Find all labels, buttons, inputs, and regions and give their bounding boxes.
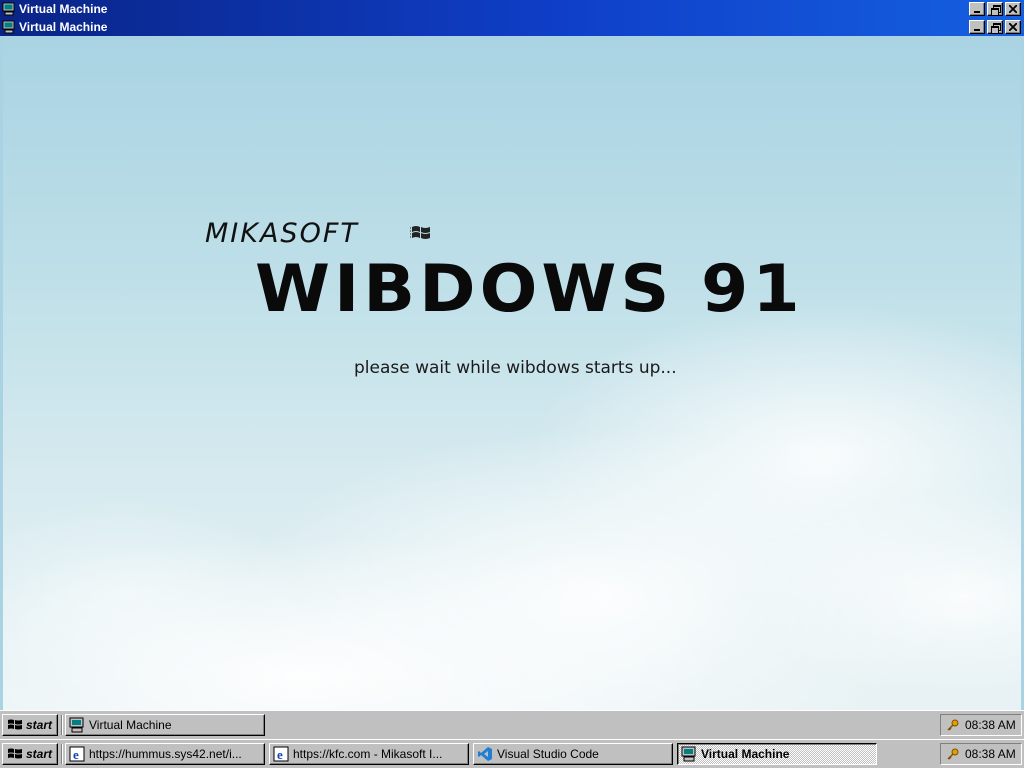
- outer-title-bar[interactable]: Virtual Machine: [0, 0, 1024, 18]
- svg-text:e: e: [277, 747, 283, 762]
- taskbar-upper: start Virtual Machine 08:38 AM: [0, 710, 1024, 739]
- start-button-upper[interactable]: start: [2, 714, 58, 736]
- windows-flag-icon: [410, 226, 430, 239]
- windows-flag-icon: [8, 719, 22, 730]
- start-label: start: [26, 747, 53, 761]
- boot-screen: MIKASOFT WIBDOWS 91 please wait while wi…: [0, 36, 1024, 710]
- system-tray-upper: 08:38 AM: [940, 714, 1022, 736]
- inner-close-button[interactable]: [1005, 20, 1021, 34]
- svg-text:e: e: [73, 747, 79, 762]
- outer-restore-button[interactable]: [987, 2, 1003, 16]
- brand-name: MIKASOFT: [205, 218, 359, 249]
- outer-window-controls: [969, 2, 1021, 16]
- computer-icon: [2, 2, 15, 16]
- close-icon: [1009, 5, 1017, 13]
- task-button-virtual-machine[interactable]: Virtual Machine: [677, 743, 877, 765]
- inner-title-bar[interactable]: Virtual Machine: [0, 18, 1024, 36]
- key-icon[interactable]: [947, 719, 959, 731]
- computer-icon: [69, 717, 84, 733]
- taskbar-separator: [61, 744, 63, 764]
- task-button-hummus[interactable]: e https://hummus.sys42.net/i...: [65, 743, 265, 765]
- system-tray-lower: 08:38 AM: [940, 743, 1022, 765]
- inner-window-controls: [969, 20, 1021, 34]
- task-button-virtual-machine[interactable]: Virtual Machine: [65, 714, 265, 736]
- task-label: Virtual Machine: [89, 718, 172, 732]
- boot-message: please wait while wibdows starts up...: [354, 358, 677, 378]
- vscode-icon: [478, 747, 492, 761]
- ie-icon: e: [273, 746, 289, 762]
- key-icon[interactable]: [947, 748, 959, 760]
- task-button-kfc[interactable]: e https://kfc.com - Mikasoft I...: [269, 743, 469, 765]
- task-button-vscode[interactable]: Visual Studio Code: [473, 743, 673, 765]
- computer-icon: [681, 746, 696, 762]
- task-label: https://kfc.com - Mikasoft I...: [293, 747, 443, 761]
- task-label: https://hummus.sys42.net/i...: [89, 747, 242, 761]
- taskbar-separator: [61, 715, 63, 735]
- inner-minimize-button[interactable]: [969, 20, 985, 34]
- outer-window-title: Virtual Machine: [19, 2, 108, 16]
- windows-flag-icon: [8, 748, 22, 759]
- outer-close-button[interactable]: [1005, 2, 1021, 16]
- start-label: start: [26, 718, 53, 732]
- clock: 08:38 AM: [965, 718, 1016, 732]
- inner-window-title: Virtual Machine: [19, 20, 108, 34]
- task-label: Visual Studio Code: [497, 747, 599, 761]
- close-icon: [1009, 23, 1017, 31]
- ie-icon: e: [69, 746, 85, 762]
- start-button-lower[interactable]: start: [2, 743, 58, 765]
- product-name: WIBDOWS 91: [255, 251, 804, 328]
- taskbar-lower: start e https://hummus.sys42.net/i... e …: [0, 739, 1024, 768]
- computer-icon: [2, 20, 15, 34]
- task-label: Virtual Machine: [701, 747, 790, 761]
- outer-minimize-button[interactable]: [969, 2, 985, 16]
- inner-restore-button[interactable]: [987, 20, 1003, 34]
- clock: 08:38 AM: [965, 747, 1016, 761]
